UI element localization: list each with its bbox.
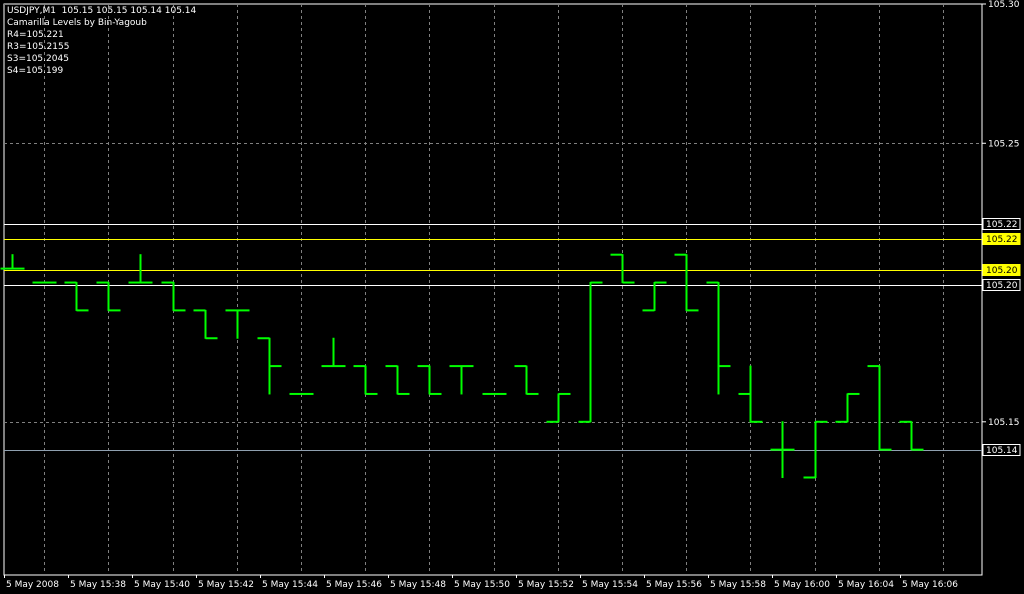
price-tick-label: 105.30: [988, 0, 1020, 10]
ohlc-bar: [610, 253, 635, 284]
price-tag-label: 105.14: [986, 446, 1018, 456]
time-tick-label: 5 May 2008: [6, 580, 59, 590]
time-tick-label: 5 May 15:58: [710, 580, 766, 590]
chart-frame: [3, 3, 983, 576]
ohlc-bar: [770, 421, 795, 479]
price-tick-label: 105.15: [988, 418, 1020, 428]
grid-lines: [4, 4, 982, 575]
level-s3-text: S3=105.2045: [7, 54, 69, 64]
ohlc-bar: [899, 420, 924, 451]
ohlc-bar: [706, 281, 731, 395]
ohlc-bar: [257, 337, 282, 395]
time-tick-label: 5 May 15:50: [454, 580, 510, 590]
price-axis: 105.30 105.25 105.15 105.22 105.22 105.20 105.…: [982, 0, 1021, 456]
level-r3-tag: 105.22: [982, 233, 1021, 245]
time-tick-label: 5 May 16:06: [902, 580, 958, 590]
ohlc-bar: [96, 281, 121, 312]
ohlc-bar: [353, 365, 378, 395]
price-tag-label: 105.20: [986, 281, 1018, 291]
price-tick-label: 105.25: [988, 139, 1020, 149]
time-tick-label: 5 May 15:48: [390, 580, 446, 590]
ohlc-bar: [578, 281, 603, 423]
time-axis: 5 May 2008 5 May 15:38 5 May 15:40 5 May 15…: [4, 575, 958, 590]
ohlc-bar: [867, 365, 892, 451]
time-tick-label: 5 May 15:56: [646, 580, 702, 590]
time-tick-label: 5 May 15:46: [326, 580, 382, 590]
time-tick-label: 5 May 15:42: [198, 580, 254, 590]
price-chart[interactable]: 105.30 105.25 105.15 105.22 105.22 105.20 105.…: [0, 0, 1024, 594]
time-tick-label: 5 May 16:04: [838, 580, 894, 590]
ohlc-bar: [289, 392, 314, 395]
ohlc-bar: [514, 365, 539, 395]
time-tick-label: 5 May 15:40: [134, 580, 190, 590]
price-tag-label: 105.22: [986, 235, 1018, 245]
level-s4-tag: 105.20: [982, 279, 1021, 291]
ohlc-bar: [482, 392, 507, 395]
ohlc-bar: [128, 254, 153, 284]
time-tick-label: 5 May 15:54: [582, 580, 638, 590]
ohlc-bar: [738, 365, 763, 423]
ohlc-bar: [32, 281, 57, 284]
ohlc-bar: [803, 420, 828, 479]
ohlc-bar: [64, 281, 89, 312]
ohlc-bar: [225, 309, 250, 339]
indicator-name: Camarilla Levels by Bin-Yagoub: [7, 18, 147, 28]
time-tick-label: 5 May 15:44: [262, 580, 318, 590]
level-s4-text: S4=105.199: [7, 66, 64, 76]
time-tick-label: 5 May 15:38: [70, 580, 126, 590]
ohlc-bars: [0, 253, 924, 479]
level-r4-text: R4=105.221: [7, 30, 64, 40]
ohlc-bar: [321, 337, 346, 368]
time-tick-label: 5 May 16:00: [774, 580, 830, 590]
symbol-info: USDJPY,M1 105.15 105.15 105.14 105.14: [7, 6, 197, 16]
ohlc-bar: [642, 281, 667, 312]
level-r4-tag: 105.22: [982, 218, 1021, 230]
price-tag-label: 105.20: [986, 266, 1018, 276]
ohlc-bar: [449, 365, 474, 395]
price-tag-label: 105.22: [986, 220, 1018, 230]
ohlc-bar: [546, 392, 571, 423]
ohlc-bar: [161, 281, 186, 312]
bid-price-tag: 105.14: [982, 444, 1021, 456]
time-tick-label: 5 May 15:52: [518, 580, 574, 590]
ohlc-bar: [417, 365, 442, 395]
level-r3-text: R3=105.2155: [7, 42, 70, 52]
ohlc-bar: [835, 392, 860, 423]
camarilla-levels: [4, 224, 982, 286]
level-s3-tag: 105.20: [982, 264, 1021, 276]
ohlc-bar: [674, 253, 699, 312]
ohlc-bar: [193, 309, 218, 340]
ohlc-bar: [385, 365, 410, 395]
